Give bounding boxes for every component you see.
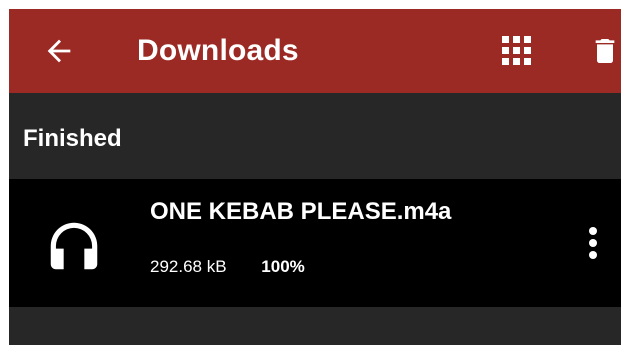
download-filename: ONE KEBAB PLEASE.m4a: [150, 198, 452, 225]
section-header-finished: Finished: [23, 125, 122, 152]
arrow-back-icon: [47, 39, 71, 63]
app-bar: Downloads: [9, 9, 621, 93]
item-menu-button[interactable]: [571, 219, 615, 267]
download-size: 292.68 kB: [150, 257, 227, 276]
download-item[interactable]: ONE KEBAB PLEASE.m4a 292.68 kB 100%: [9, 179, 621, 307]
grid-view-button[interactable]: [493, 27, 541, 75]
back-button[interactable]: [35, 27, 83, 75]
trash-icon: [595, 39, 615, 63]
delete-button[interactable]: [581, 27, 621, 75]
headphones-icon: [50, 222, 98, 270]
more-vert-icon: [589, 227, 597, 259]
page-title: Downloads: [137, 34, 299, 67]
download-meta: 292.68 kB 100%: [150, 257, 305, 277]
grid-view-icon: [502, 36, 531, 65]
downloads-screen: Downloads Finished ONE KEBAB PLEASE.m4a …: [9, 9, 621, 345]
download-progress: 100%: [261, 257, 305, 276]
